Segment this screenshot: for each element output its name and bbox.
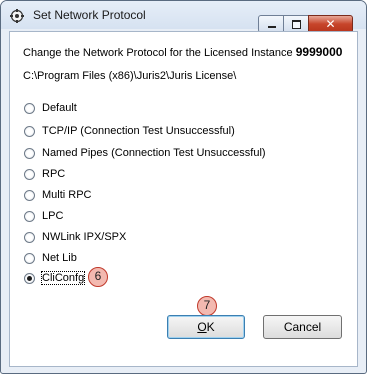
radio-nwlink[interactable]: NWLink IPX/SPX [24, 229, 126, 245]
window-title: Set Network Protocol [33, 8, 146, 22]
radio-cliconfg[interactable]: CliConfg [24, 270, 86, 286]
radio-label: TCP/IP (Connection Test Unsuccessful) [42, 125, 235, 137]
dialog-content: Change the Network Protocol for the Lice… [9, 31, 358, 367]
radio-button[interactable] [24, 125, 35, 137]
step-badge-7: 7 [197, 296, 217, 316]
close-icon: ✕ [325, 17, 336, 31]
radio-label: NWLink IPX/SPX [42, 231, 127, 243]
radio-label: Multi RPC [42, 189, 92, 201]
cancel-button[interactable]: Cancel [263, 315, 342, 339]
radio-rpc[interactable]: RPC [24, 166, 65, 182]
step-badge-6: 6 [88, 267, 108, 287]
radio-named-pipes[interactable]: Named Pipes (Connection Test Unsuccessfu… [24, 145, 266, 161]
radio-button[interactable] [24, 147, 35, 159]
ok-mnemonic: O [197, 320, 207, 334]
radio-button-selected[interactable] [24, 272, 35, 284]
radio-button[interactable] [24, 210, 35, 222]
radio-button[interactable] [24, 252, 35, 264]
ok-label: K [206, 320, 215, 334]
radio-button[interactable] [24, 231, 35, 243]
ok-button[interactable]: OK [167, 315, 245, 339]
radio-label: Net Lib [42, 252, 77, 264]
radio-net-lib[interactable]: Net Lib [24, 250, 77, 266]
radio-button[interactable] [24, 102, 35, 114]
title-bar[interactable]: Set Network Protocol ✕ [1, 1, 366, 33]
radio-label: RPC [42, 168, 66, 180]
radio-tcpip[interactable]: TCP/IP (Connection Test Unsuccessful) [24, 123, 235, 139]
network-settings-icon [10, 9, 24, 23]
license-path: C:\Program Files (x86)\Juris2\Juris Lice… [23, 70, 237, 82]
radio-lpc[interactable]: LPC [24, 208, 63, 224]
radio-button[interactable] [24, 168, 35, 180]
radio-label: CliConfg [40, 271, 86, 285]
radio-default[interactable]: Default [24, 100, 77, 116]
radio-multi-rpc[interactable]: Multi RPC [24, 187, 92, 203]
instance-number: 9999000 [295, 45, 343, 59]
radio-label: Named Pipes (Connection Test Unsuccessfu… [42, 147, 266, 159]
dialog-window: Set Network Protocol ✕ Change the Networ… [0, 0, 367, 374]
radio-label: LPC [42, 210, 64, 222]
change-protocol-text: Change the Network Protocol for the Lice… [23, 47, 296, 59]
instance-description: Change the Network Protocol for the Lice… [23, 45, 342, 59]
radio-button[interactable] [24, 189, 35, 201]
radio-label: Default [42, 102, 77, 114]
